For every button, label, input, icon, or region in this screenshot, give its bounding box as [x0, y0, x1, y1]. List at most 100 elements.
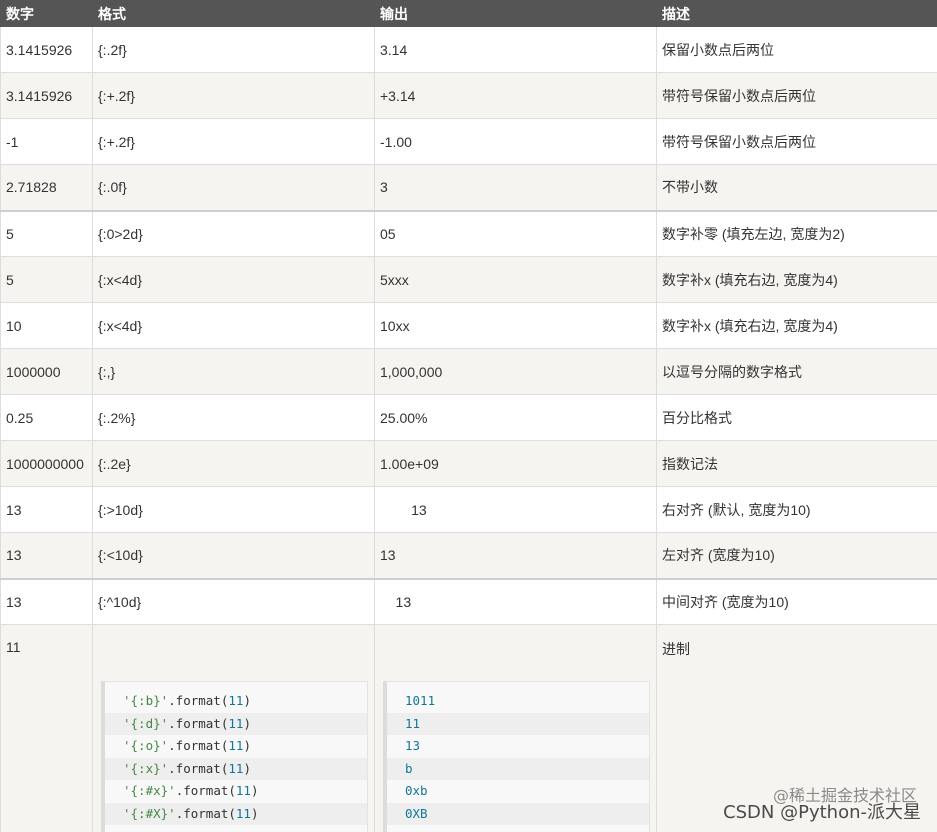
- cell-description: 右对齐 (默认, 宽度为10): [656, 486, 937, 533]
- table-body: 3.1415926 {:.2f} 3.14 保留小数点后两位 3.1415926 {:+.…: [0, 26, 937, 832]
- cell-description: 数字补零 (填充左边, 宽度为2): [656, 209, 937, 257]
- table-row: 1000000 {:,} 1,000,000 以逗号分隔的数字格式: [0, 348, 937, 395]
- cell-output: 05: [374, 209, 657, 257]
- code-token-num: 11: [235, 805, 251, 821]
- cell-number: 3.1415926: [0, 72, 93, 119]
- cell-number: 2.71828: [0, 164, 93, 211]
- cell-output: +3.14: [374, 72, 657, 119]
- cell-output: 1.00e+09: [374, 440, 657, 487]
- cell-number: 5: [0, 209, 93, 257]
- table-row: 3.1415926 {:+.2f} +3.14 带符号保留小数点后两位: [0, 72, 937, 119]
- table-header: 数字 格式 输出 描述: [0, 0, 937, 27]
- cell-number: -1: [0, 118, 93, 165]
- table-row: -1 {:+.2f} -1.00 带符号保留小数点后两位: [0, 118, 937, 165]
- code-token-fn: .format(: [168, 693, 229, 708]
- cell-description: 带符号保留小数点后两位: [656, 72, 937, 119]
- cell-format: {:+.2f}: [92, 118, 375, 165]
- cell-description: 指数记法: [656, 440, 937, 487]
- cell-description: 带符号保留小数点后两位: [656, 118, 937, 165]
- table-row: 13 {:>10d} 13 右对齐 (默认, 宽度为10): [0, 486, 937, 533]
- table-row: 13 {:<10d} 13 左对齐 (宽度为10): [0, 532, 937, 579]
- table-row: 2.71828 {:.0f} 3 不带小数: [0, 164, 937, 211]
- code-block-format: '{:b}'.format(11) '{:d}'.format(11) '{:o}'…: [101, 681, 368, 832]
- table-row: 10 {:x<4d} 10xx 数字补x (填充右边, 宽度为4): [0, 302, 937, 349]
- code-token-num: 11: [228, 693, 244, 708]
- code-token-num: 11: [228, 760, 244, 776]
- cell-number: 5: [0, 256, 93, 303]
- code-line: '{:b}'.format(11): [105, 690, 367, 713]
- code-token-close: ): [243, 760, 251, 776]
- cell-output: 10xx: [374, 302, 657, 349]
- cell-format: {:.2f}: [92, 26, 375, 73]
- code-token-close: ): [243, 738, 251, 753]
- code-token-num: 11: [228, 738, 244, 753]
- code-token-str: '{:d}': [123, 715, 169, 731]
- cell-format: '{:b}'.format(11) '{:d}'.format(11) '{:o}'…: [92, 624, 375, 832]
- output-line: 0xb: [405, 783, 428, 798]
- table-row: 1000000000 {:.2e} 1.00e+09 指数记法: [0, 440, 937, 487]
- watermark-csdn: CSDN @Python-派大星: [723, 802, 921, 823]
- code-token-str: '{:x}': [123, 760, 169, 776]
- cell-number: 13: [0, 532, 93, 579]
- header-row: 数字 格式 输出 描述: [0, 0, 937, 27]
- output-line: b: [387, 757, 649, 780]
- cell-format: {:.2e}: [92, 440, 375, 487]
- cell-number: 1000000: [0, 348, 93, 395]
- cell-format: {:.2%}: [92, 394, 375, 441]
- header-description: 描述: [656, 0, 937, 27]
- cell-description-text: 进制: [662, 641, 690, 657]
- cell-output: 1011 11 13 b 0xb 0XB: [374, 624, 657, 832]
- code-line: '{:o}'.format(11): [105, 735, 367, 758]
- table-row: 5 {:x<4d} 5xxx 数字补x (填充右边, 宽度为4): [0, 256, 937, 303]
- cell-description: 不带小数: [656, 164, 937, 211]
- code-block-output: 1011 11 13 b 0xb 0XB: [383, 681, 650, 832]
- code-token-fn: .format(: [168, 738, 229, 753]
- output-line: 11: [387, 712, 649, 735]
- cell-description: 以逗号分隔的数字格式: [656, 348, 937, 395]
- cell-number-text: 11: [6, 639, 21, 655]
- cell-output: 5xxx: [374, 256, 657, 303]
- cell-description: 中间对齐 (宽度为10): [656, 577, 937, 625]
- code-token-close: ): [243, 715, 251, 731]
- output-line: 13: [405, 738, 421, 753]
- table-row: 13 {:^10d} 13 中间对齐 (宽度为10): [0, 577, 937, 625]
- code-token-fn: .format(: [168, 760, 229, 776]
- cell-description: 保留小数点后两位: [656, 26, 937, 73]
- output-line: 1011: [405, 693, 436, 708]
- cell-number: 0.25: [0, 394, 93, 441]
- cell-format: {:x<4d}: [92, 256, 375, 303]
- cell-output: 3.14: [374, 26, 657, 73]
- cell-output: 1,000,000: [374, 348, 657, 395]
- code-token-fn: .format(: [175, 805, 236, 821]
- cell-output: 13: [374, 577, 657, 625]
- cell-number: 3.1415926: [0, 26, 93, 73]
- cell-number: 10: [0, 302, 93, 349]
- cell-output: 13: [374, 532, 657, 579]
- cell-number: 13: [0, 486, 93, 533]
- cell-format: {:0>2d}: [92, 209, 375, 257]
- code-line: '{:#x}'.format(11): [105, 780, 367, 803]
- cell-format: {:<10d}: [92, 532, 375, 579]
- code-token-fn: .format(: [168, 715, 229, 731]
- cell-format: {:>10d}: [92, 486, 375, 533]
- output-line: 0XB: [387, 802, 649, 825]
- code-token-str: '{:#x}': [123, 783, 176, 798]
- code-token-fn: .format(: [175, 783, 236, 798]
- cell-format: {:x<4d}: [92, 302, 375, 349]
- table-row: 5 {:0>2d} 05 数字补零 (填充左边, 宽度为2): [0, 209, 937, 257]
- cell-format: {:^10d}: [92, 577, 375, 625]
- cell-description: 左对齐 (宽度为10): [656, 532, 937, 579]
- cell-output: 13: [374, 486, 657, 533]
- code-token-num: 11: [235, 783, 251, 798]
- cell-format: {:.0f}: [92, 164, 375, 211]
- cell-output: -1.00: [374, 118, 657, 165]
- code-token-close: ): [250, 783, 259, 798]
- code-line: '{:x}'.format(11): [105, 757, 367, 780]
- code-token-num: 11: [228, 715, 244, 731]
- cell-format: {:,}: [92, 348, 375, 395]
- code-token-str: '{:o}': [123, 738, 169, 753]
- code-line: '{:d}'.format(11): [105, 712, 367, 735]
- cell-description: 数字补x (填充右边, 宽度为4): [656, 256, 937, 303]
- code-token-close: ): [243, 693, 251, 708]
- header-format: 格式: [92, 0, 375, 27]
